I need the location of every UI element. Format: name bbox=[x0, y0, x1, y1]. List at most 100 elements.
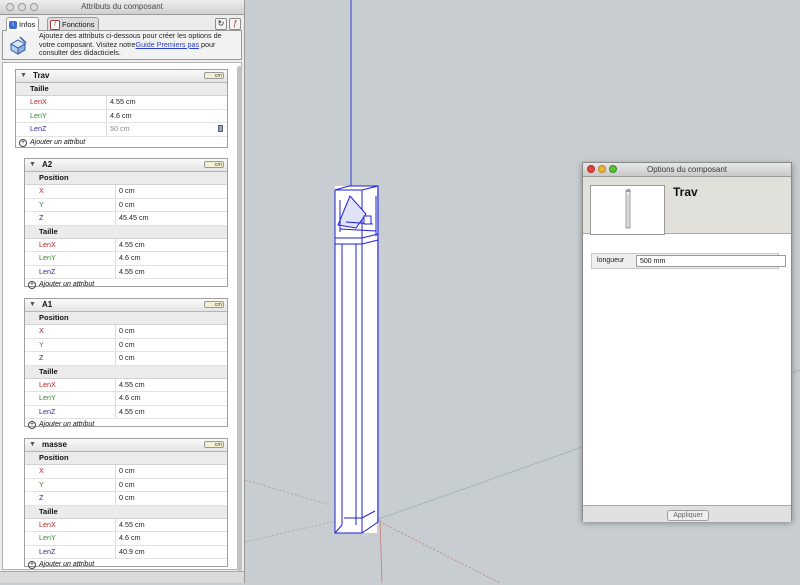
attribute-value[interactable]: 4.55 cm bbox=[119, 406, 145, 419]
unit-button[interactable]: cm bbox=[204, 161, 224, 168]
collapse-triangle-icon[interactable]: ▼ bbox=[29, 441, 36, 448]
attribute-row[interactable]: LenZ 4.55 cm bbox=[25, 405, 227, 419]
info-icon: i bbox=[9, 20, 17, 29]
add-icon[interactable]: + bbox=[28, 281, 36, 289]
attribute-value[interactable]: 0 cm bbox=[119, 199, 135, 212]
attribute-value[interactable]: 0 cm bbox=[119, 339, 135, 352]
add-icon[interactable]: + bbox=[19, 138, 27, 147]
attribute-value[interactable]: 4.6 cm bbox=[119, 392, 141, 405]
attribute-value[interactable]: 0 cm bbox=[119, 465, 135, 478]
attribute-value[interactable]: 0 cm bbox=[119, 185, 135, 198]
toggle-formula-icon[interactable]: ƒ bbox=[229, 18, 241, 30]
add-attribute-label[interactable]: Ajouter un attribut bbox=[39, 559, 94, 570]
group-taille: Taille bbox=[25, 365, 227, 379]
attribute-value[interactable]: 4.55 cm bbox=[119, 379, 145, 392]
component-preview-icon bbox=[625, 188, 631, 229]
attribute-row[interactable]: LenY 4.6 cm bbox=[25, 532, 227, 546]
attribute-value[interactable]: 4.55 cm bbox=[119, 266, 145, 279]
group-taille: Taille bbox=[25, 225, 227, 239]
add-attribute-row[interactable]: + Ajouter un attribut bbox=[25, 559, 227, 570]
details-icon[interactable] bbox=[218, 125, 223, 132]
minimize-button[interactable] bbox=[18, 3, 26, 11]
collapse-triangle-icon[interactable]: ▼ bbox=[29, 161, 36, 168]
attribute-value[interactable]: 4.6 cm bbox=[119, 252, 141, 265]
attribute-value[interactable]: 4.6 cm bbox=[110, 110, 132, 123]
close-button[interactable] bbox=[587, 165, 595, 173]
tab-infos[interactable]: i Infos bbox=[6, 17, 40, 31]
attribute-row[interactable]: X 0 cm bbox=[25, 185, 227, 199]
attribute-value[interactable]: 4.6 cm bbox=[119, 532, 141, 545]
add-attribute-label[interactable]: Ajouter un attribut bbox=[39, 419, 94, 430]
component-wireframe[interactable] bbox=[334, 185, 379, 534]
attribute-key: LenX bbox=[39, 239, 56, 249]
attribute-row[interactable]: X 0 cm bbox=[25, 325, 227, 339]
unit-button[interactable]: cm bbox=[204, 441, 224, 448]
tab-fonctions[interactable]: f Fonctions bbox=[47, 17, 99, 31]
add-attribute-label[interactable]: Ajouter un attribut bbox=[30, 137, 85, 148]
attribute-row[interactable]: LenY 4.6 cm bbox=[25, 252, 227, 266]
attribute-row[interactable]: X 0 cm bbox=[25, 465, 227, 479]
attribute-row[interactable]: LenX 4.55 cm bbox=[16, 96, 227, 110]
component-name: Trav bbox=[33, 71, 50, 80]
attribute-row[interactable]: Y 0 cm bbox=[25, 338, 227, 352]
guide-link[interactable]: Guide Premiers pas bbox=[136, 40, 200, 49]
attribute-value[interactable]: 45.45 cm bbox=[119, 212, 149, 225]
group-position: Position bbox=[25, 452, 227, 465]
attribute-key: Z bbox=[39, 353, 44, 362]
add-attribute-row[interactable]: + Ajouter un attribut bbox=[25, 419, 227, 430]
attribute-value[interactable]: 0 cm bbox=[119, 325, 135, 338]
add-attribute-row[interactable]: + Ajouter un attribut bbox=[25, 279, 227, 290]
apply-button[interactable]: Appliquer bbox=[667, 510, 709, 521]
attribute-value[interactable]: 0 cm bbox=[119, 352, 135, 365]
attribute-value[interactable]: 50 cm bbox=[110, 123, 130, 136]
collapse-triangle-icon[interactable]: ▼ bbox=[29, 301, 36, 308]
component-attributes-panel: Attributs du composant i Infos f Fonctio… bbox=[0, 0, 245, 583]
attribute-value[interactable]: 0 cm bbox=[119, 479, 135, 492]
zoom-button[interactable] bbox=[609, 165, 617, 173]
component-card-masse: ▼ masse cm Position X 0 cm Y 0 cm Z 0 cm Ta… bbox=[24, 438, 228, 570]
group-taille: Taille bbox=[16, 83, 227, 96]
attribute-row[interactable]: Y 0 cm bbox=[25, 198, 227, 212]
unit-button[interactable]: cm bbox=[204, 301, 224, 308]
collapse-triangle-icon[interactable]: ▼ bbox=[20, 72, 27, 79]
component-header[interactable]: ▼ A2 cm bbox=[25, 159, 227, 172]
attribute-row[interactable]: Z 0 cm bbox=[25, 352, 227, 366]
green-axis-dashed bbox=[244, 519, 341, 543]
attribute-value[interactable]: 4.55 cm bbox=[119, 519, 145, 532]
attribute-row[interactable]: LenZ 50 cm bbox=[16, 123, 227, 137]
attribute-row[interactable]: LenX 4.55 cm bbox=[25, 518, 227, 532]
attribute-value[interactable]: 40.9 cm bbox=[119, 546, 145, 559]
attribute-row[interactable]: Y 0 cm bbox=[25, 478, 227, 492]
component-header[interactable]: ▼ masse cm bbox=[25, 439, 227, 452]
longueur-input[interactable]: 500 mm bbox=[636, 255, 786, 267]
add-icon[interactable]: + bbox=[28, 561, 36, 569]
refresh-icon[interactable]: ↻ bbox=[215, 18, 227, 30]
component-header[interactable]: ▼ A1 cm bbox=[25, 299, 227, 312]
attribute-key: LenZ bbox=[30, 124, 47, 133]
vertical-scrollbar[interactable] bbox=[237, 66, 242, 571]
attribute-row[interactable]: LenX 4.55 cm bbox=[25, 378, 227, 392]
attribute-row[interactable]: LenZ 40.9 cm bbox=[25, 545, 227, 559]
component-header[interactable]: ▼ Trav cm bbox=[16, 70, 227, 83]
scrollbar-thumb[interactable] bbox=[237, 66, 242, 571]
close-button[interactable] bbox=[6, 3, 14, 11]
group-position: Position bbox=[25, 312, 227, 325]
attribute-key: Z bbox=[39, 213, 44, 222]
unit-button[interactable]: cm bbox=[204, 72, 224, 79]
add-icon[interactable]: + bbox=[28, 421, 36, 429]
add-attribute-label[interactable]: Ajouter un attribut bbox=[39, 279, 94, 290]
attribute-row[interactable]: Z 0 cm bbox=[25, 492, 227, 506]
attribute-row[interactable]: LenZ 4.55 cm bbox=[25, 265, 227, 279]
attribute-value[interactable]: 0 cm bbox=[119, 492, 135, 505]
add-attribute-row[interactable]: + Ajouter un attribut bbox=[16, 137, 227, 148]
attribute-key: LenY bbox=[39, 393, 56, 402]
attribute-value[interactable]: 4.55 cm bbox=[119, 239, 145, 252]
attribute-row[interactable]: LenY 4.6 cm bbox=[25, 392, 227, 406]
attribute-value[interactable]: 4.55 cm bbox=[110, 96, 136, 109]
minimize-button[interactable] bbox=[598, 165, 606, 173]
zoom-button[interactable] bbox=[30, 3, 38, 11]
component-card-a2: ▼ A2 cm Position X 0 cm Y 0 cm Z 45.45 cm T… bbox=[24, 158, 228, 290]
attribute-row[interactable]: Z 45.45 cm bbox=[25, 212, 227, 226]
attribute-row[interactable]: LenY 4.6 cm bbox=[16, 109, 227, 123]
attribute-row[interactable]: LenX 4.55 cm bbox=[25, 238, 227, 252]
